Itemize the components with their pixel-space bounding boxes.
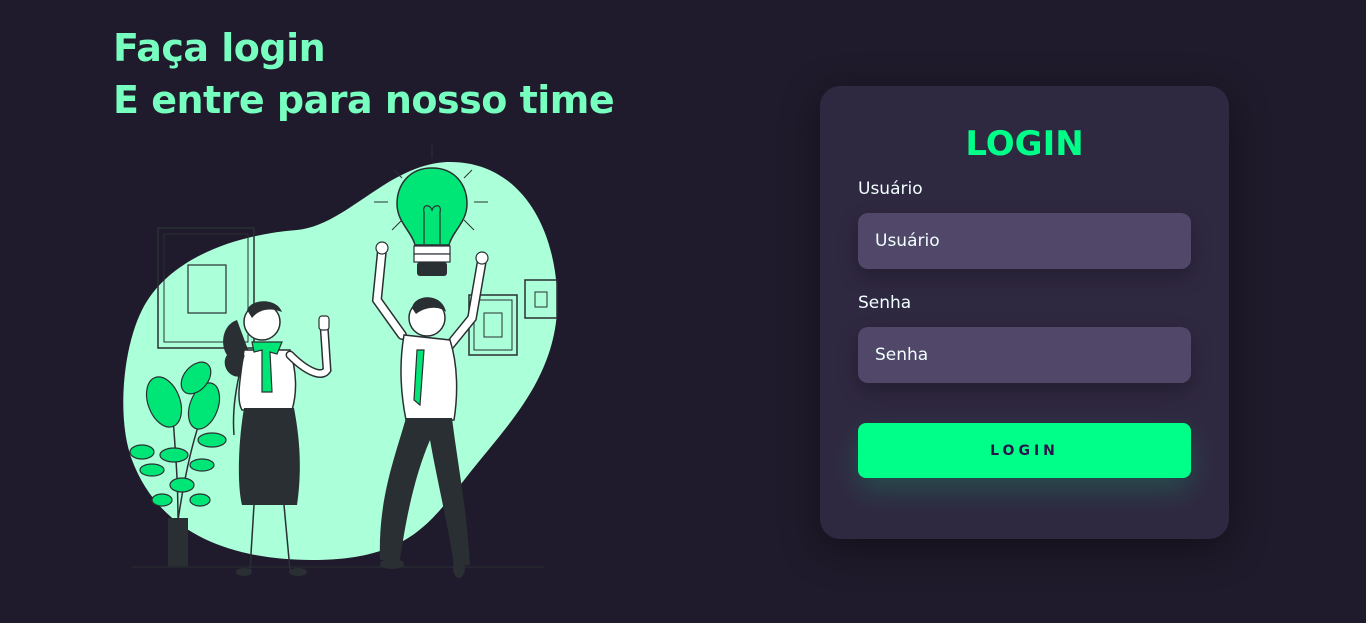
login-card: LOGIN Usuário Senha LOGIN [820, 86, 1229, 539]
illustration-blob [123, 161, 558, 560]
username-input[interactable] [858, 213, 1191, 269]
team-celebration-illustration [123, 145, 558, 578]
username-label: Usuário [858, 179, 923, 199]
hero-headline-line-2: E entre para nosso time [113, 78, 615, 122]
login-title: LOGIN [965, 124, 1084, 164]
login-page: Faça login E entre para nosso time LOGIN… [0, 0, 1366, 623]
hero-section: Faça login E entre para nosso time [0, 0, 700, 623]
login-button[interactable]: LOGIN [858, 423, 1191, 478]
hero-headline-line-1: Faça login [113, 26, 326, 70]
hero-headline: Faça login E entre para nosso time [113, 22, 615, 126]
password-label: Senha [858, 293, 912, 313]
password-input[interactable] [858, 327, 1191, 383]
